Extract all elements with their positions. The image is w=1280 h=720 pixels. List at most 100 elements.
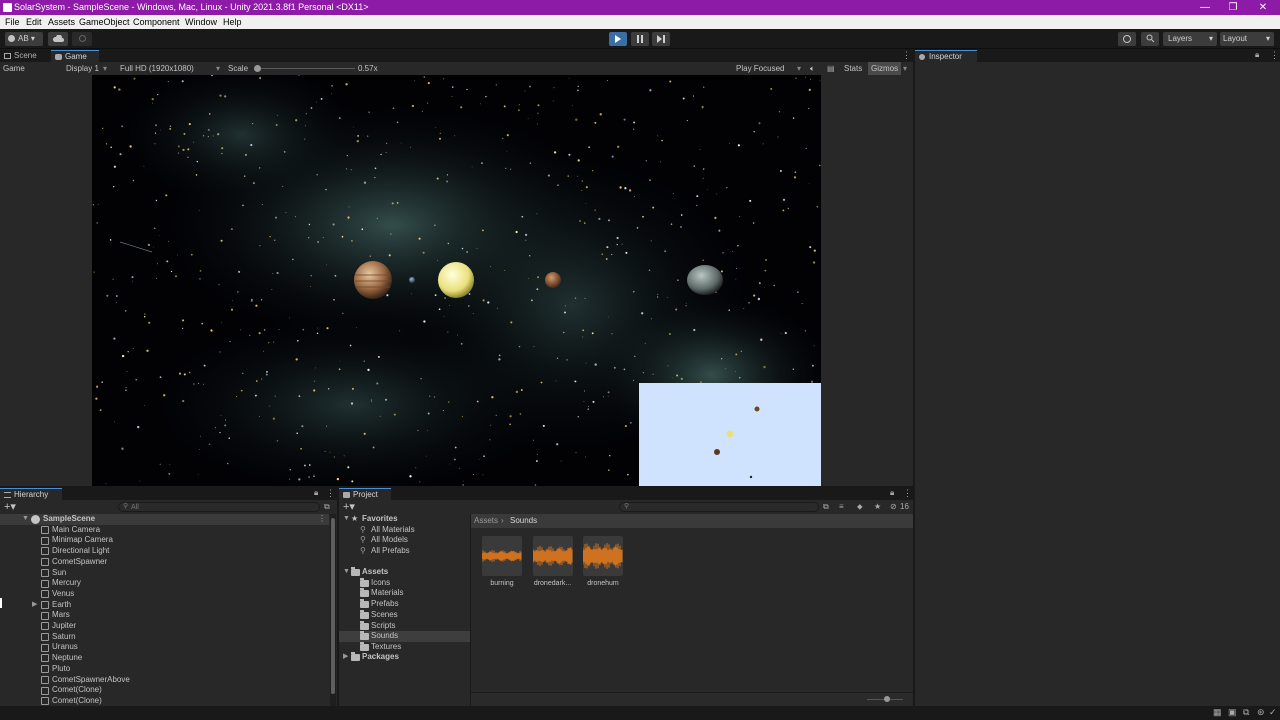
history-button[interactable] — [1118, 32, 1136, 46]
search-by-type-icon[interactable]: ⧉ — [823, 501, 829, 513]
lock-icon[interactable]: 🔒︎ — [890, 488, 894, 498]
menu-edit[interactable]: Edit — [26, 15, 42, 29]
hierarchy-item[interactable]: Uranus — [0, 642, 335, 653]
hierarchy-item[interactable]: Sun — [0, 568, 335, 579]
zoom-slider-handle[interactable] — [884, 696, 890, 702]
hierarchy-scrollbar[interactable] — [330, 514, 336, 706]
hierarchy-item[interactable]: Comet(Clone) — [0, 696, 335, 707]
packages-row[interactable]: ▶ Packages — [339, 652, 470, 663]
hierarchy-item[interactable]: Pluto — [0, 664, 335, 675]
hierarchy-item[interactable]: Comet(Clone) — [0, 685, 335, 696]
hierarchy-item[interactable]: Minimap Camera — [0, 535, 335, 546]
hierarchy-item[interactable]: CometSpawner — [0, 557, 335, 568]
menu-window[interactable]: Window — [185, 15, 217, 29]
favorite-item[interactable]: ⚲ All Models — [339, 535, 470, 546]
scene-visibility-icon[interactable]: ⧉ — [324, 501, 330, 513]
step-button[interactable] — [652, 32, 670, 46]
hierarchy-item-label: Neptune — [52, 653, 83, 663]
stats-button[interactable]: Stats — [844, 62, 862, 76]
menu-help[interactable]: Help — [223, 15, 242, 29]
lock-icon[interactable]: 🔒︎ — [314, 488, 318, 498]
tab-game[interactable]: Game — [51, 50, 99, 62]
hierarchy-item[interactable]: Venus — [0, 589, 335, 600]
audio-asset-tile[interactable]: burning — [482, 536, 522, 587]
assets-row[interactable]: ▼ Assets — [339, 567, 470, 578]
hierarchy-item[interactable]: CometSpawnerAbove — [0, 675, 335, 686]
favorite-item[interactable]: ⚲ All Materials — [339, 525, 470, 536]
tab-inspector[interactable]: Inspector — [915, 50, 977, 62]
debug-icon[interactable]: ⊛ — [1257, 707, 1265, 718]
gizmos-button[interactable]: Gizmos — [868, 62, 902, 76]
audio-asset-tile[interactable]: dronedark... — [532, 536, 573, 587]
tab-project[interactable]: Project — [339, 488, 391, 500]
hierarchy-item[interactable]: Saturn — [0, 632, 335, 643]
menu-assets[interactable]: Assets — [48, 15, 75, 29]
breadcrumb-assets[interactable]: Assets — [474, 514, 498, 528]
account-dropdown[interactable]: AB ▾ — [5, 32, 43, 46]
more-options-icon[interactable]: ⋮ — [326, 488, 335, 499]
collab-button[interactable] — [72, 32, 92, 46]
tag-icon[interactable]: ⬥ — [857, 501, 863, 513]
project-folder-item[interactable]: Scenes — [339, 609, 470, 621]
check-icon[interactable]: ✓ — [1269, 707, 1277, 718]
cache-icon[interactable]: ▣ — [1228, 707, 1237, 718]
scale-slider-handle[interactable] — [254, 65, 261, 72]
menu-gameobject[interactable]: GameObject — [79, 15, 130, 29]
breadcrumb-sounds[interactable]: Sounds — [510, 514, 537, 528]
scene-row[interactable]: ▼ SampleScene ⋮ — [0, 514, 329, 525]
pause-icon — [637, 35, 643, 43]
tab-hierarchy[interactable]: Hierarchy — [0, 488, 62, 500]
menu-file[interactable]: File — [5, 15, 20, 29]
project-folder-item[interactable]: Sounds — [339, 631, 470, 642]
project-folder-item[interactable]: Textures — [339, 641, 470, 653]
hierarchy-search-input[interactable]: ⚲ All — [118, 502, 320, 512]
more-options-icon[interactable]: ⋮ — [1270, 50, 1279, 61]
create-button[interactable]: +▾ — [4, 501, 16, 513]
progress-icon[interactable]: ▦ — [1213, 707, 1222, 718]
search-button[interactable] — [1141, 32, 1159, 46]
layout-dropdown[interactable]: Layout ▾ — [1220, 32, 1274, 46]
hidden-packages-icon[interactable]: ⊘ — [890, 501, 897, 513]
cloud-button[interactable] — [48, 32, 68, 46]
lock-icon[interactable]: 🔒︎ — [1255, 50, 1259, 60]
close-button[interactable]: ✕ — [1246, 0, 1280, 15]
game-mode-dropdown[interactable]: Game — [3, 62, 25, 76]
favorites-row[interactable]: ▼ ★ Favorites — [339, 514, 470, 525]
tab-scene[interactable]: Scene — [0, 50, 48, 62]
search-icon: ⚲ — [123, 503, 129, 510]
search-by-label-icon[interactable]: ≡ — [839, 501, 844, 513]
project-folder-item[interactable]: Icons — [339, 577, 470, 589]
chevron-right-icon[interactable]: ▶ — [32, 600, 37, 611]
settings-icon[interactable]: ▤ — [827, 62, 835, 76]
project-folder-item[interactable]: Materials — [339, 588, 470, 599]
network-icon[interactable]: ⧉ — [1243, 707, 1249, 718]
hierarchy-item[interactable]: Directional Light — [0, 546, 335, 557]
hierarchy-item[interactable]: ▶ Earth — [0, 600, 335, 611]
project-folder-item[interactable]: Prefabs — [339, 599, 470, 610]
play-button[interactable] — [609, 32, 627, 46]
audio-asset-tile[interactable]: dronehum — [583, 536, 623, 587]
play-focused-dropdown[interactable]: Play Focused — [736, 62, 784, 76]
more-options-icon[interactable]: ⋮ — [902, 50, 911, 61]
scrollbar-thumb[interactable] — [331, 518, 335, 694]
maximize-button[interactable]: ❐ — [1216, 0, 1250, 15]
favorite-item[interactable]: ⚲ All Prefabs — [339, 546, 470, 557]
resolution-dropdown[interactable]: Full HD (1920x1080) — [120, 62, 194, 76]
project-search-input[interactable]: ⚲ — [619, 502, 819, 512]
layers-dropdown[interactable]: Layers ▾ — [1163, 32, 1217, 46]
hierarchy-item[interactable]: Mars — [0, 610, 335, 621]
hierarchy-item[interactable]: Neptune — [0, 653, 335, 664]
star-icon[interactable]: ★ — [874, 501, 881, 513]
mute-audio-icon[interactable]: 🔈︎ — [810, 62, 815, 76]
create-button[interactable]: +▾ — [343, 501, 355, 513]
project-folder-item[interactable]: Scripts — [339, 620, 470, 632]
hierarchy-item[interactable]: Mercury — [0, 578, 335, 589]
pause-button[interactable] — [631, 32, 649, 46]
menu-component[interactable]: Component — [133, 15, 180, 29]
scale-slider-track[interactable] — [255, 68, 355, 69]
more-options-icon[interactable]: ⋮ — [318, 514, 326, 525]
more-options-icon[interactable]: ⋮ — [903, 488, 912, 499]
display-dropdown[interactable]: Display 1 — [66, 62, 99, 76]
hierarchy-item[interactable]: Main Camera — [0, 525, 335, 536]
hierarchy-item[interactable]: Jupiter — [0, 621, 335, 632]
